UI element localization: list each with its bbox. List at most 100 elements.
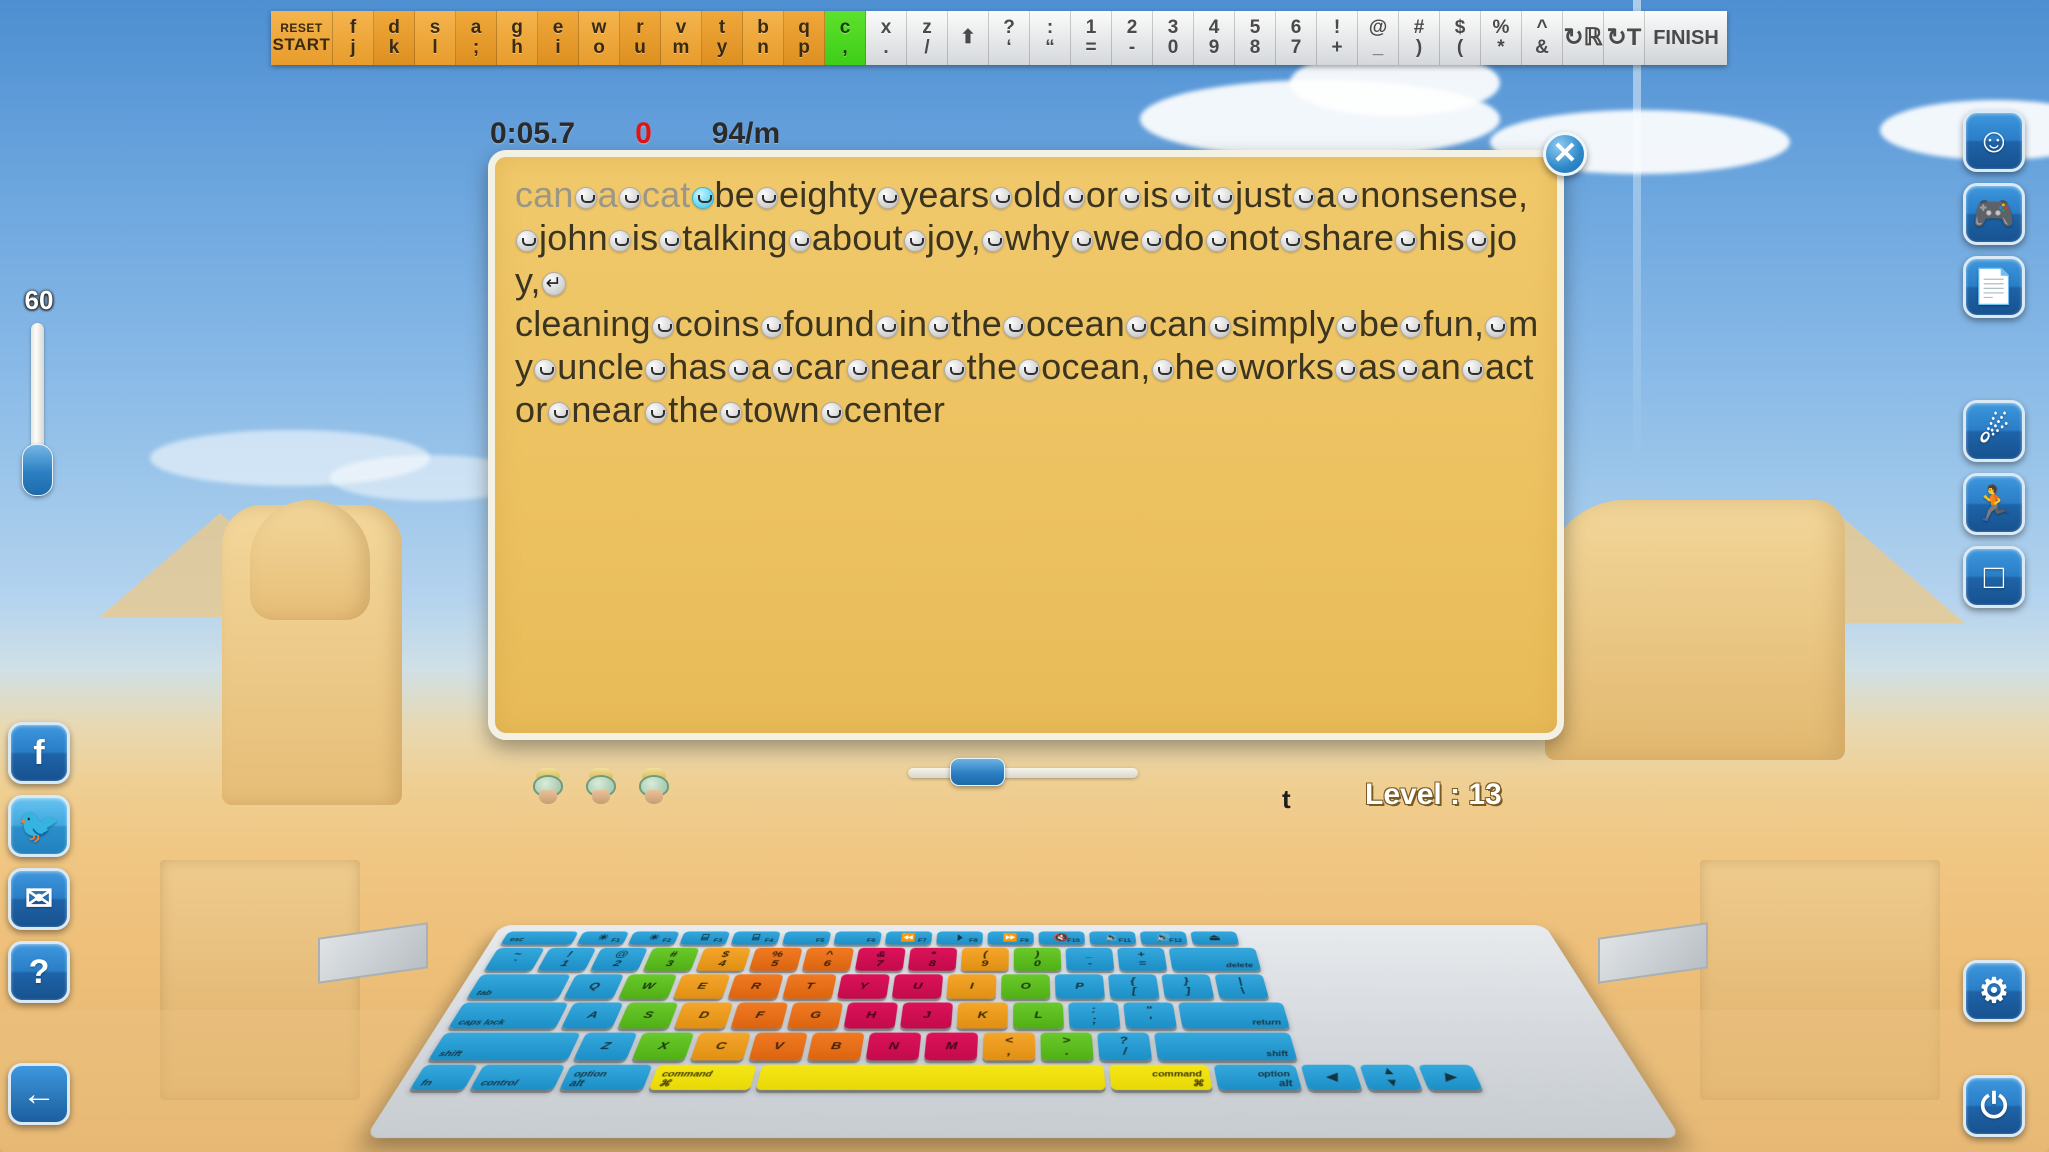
key-e-i[interactable]: ei [538, 11, 579, 65]
kbd-key-option[interactable]: option alt [559, 1064, 653, 1091]
kbd-key--[interactable]: ▶ [1418, 1064, 1483, 1091]
kbd-key-k[interactable]: K [956, 1002, 1008, 1029]
kbd-key--[interactable]: ⏩ F9 [987, 931, 1034, 945]
kbd-key-option[interactable]: option alt [1213, 1064, 1303, 1091]
kbd-key--[interactable]: {[ [1107, 974, 1160, 999]
progress-slider-track[interactable] [908, 768, 1138, 778]
kbd-key-p[interactable]: P [1054, 974, 1106, 999]
kbd-key-e[interactable]: E [672, 974, 731, 999]
kbd-key--[interactable]: % 5 [748, 947, 803, 971]
kbd-key--[interactable]: ☀ F2 [627, 931, 680, 945]
kbd-key--[interactable]: :; [1068, 1002, 1121, 1029]
kbd-key--[interactable]: | \ [1214, 974, 1270, 999]
kbd-key-t[interactable]: T [782, 974, 837, 999]
comet-button[interactable]: ☄ [1963, 400, 2025, 462]
kbd-key-return[interactable]: return [1177, 1002, 1291, 1029]
twitter-button[interactable]: 🐦 [8, 795, 70, 857]
key-percent-asterisk[interactable]: % * [1481, 11, 1522, 65]
kbd-key-y[interactable]: Y [836, 974, 891, 999]
kbd-key--[interactable]: }] [1161, 974, 1215, 999]
kbd-key-blank[interactable] [755, 1064, 1106, 1091]
kbd-key-q[interactable]: Q [563, 974, 625, 999]
repeat-r-icon[interactable]: ↻ℝ [1563, 11, 1604, 65]
kbd-key-a[interactable]: A [560, 1002, 624, 1029]
key-toolbar[interactable]: RESET START f j d k s l a; g h e i w o r u v m t y b n q p c, x.… [271, 11, 1727, 65]
facebook-button[interactable]: f [8, 722, 70, 784]
kbd-key-blank[interactable]: F6 [833, 931, 882, 945]
kbd-key--[interactable]: ◀ [1300, 1064, 1363, 1091]
key-q-p[interactable]: qp [784, 11, 825, 65]
repeat-t-icon[interactable]: ↻T [1604, 11, 1645, 65]
key-d-k[interactable]: dk [374, 11, 415, 65]
kbd-key--[interactable]: ) 0 [1013, 947, 1062, 971]
kbd-key--[interactable]: ☀ F1 [576, 931, 630, 945]
kbd-key--[interactable]: _ - [1065, 947, 1115, 971]
kbd-key--[interactable]: #3 [642, 947, 700, 971]
kbd-key-h[interactable]: H [843, 1002, 899, 1029]
close-icon[interactable]: ✕ [1543, 132, 1587, 176]
settings-button[interactable]: ⚙ [1963, 960, 2025, 1022]
key-exclaim-plus[interactable]: ! + [1317, 11, 1358, 65]
key-f-j[interactable]: fj [333, 11, 374, 65]
kbd-key-j[interactable]: J [899, 1002, 954, 1029]
kbd-key-esc[interactable]: esc [500, 931, 579, 945]
lesson-book-button[interactable]: 📄 [1963, 256, 2025, 318]
kbd-key--[interactable]: $4 [695, 947, 752, 971]
kbd-key-c[interactable]: C [690, 1032, 752, 1061]
speed-slider[interactable]: 60 [8, 285, 70, 515]
virtual-keyboard[interactable]: esc ☀ F1 ☀ F2 ⌸ F3 ⌸ F4 F5 F6 ⏪ F7 ⏵ F8 ⏩ F9 🔇 F10 🔉 F11 🔊 F12… [365, 818, 1681, 1138]
kbd-key-i[interactable]: I [946, 974, 997, 999]
key-6-7[interactable]: 67 [1276, 11, 1317, 65]
kbd-key-b[interactable]: B [807, 1032, 865, 1061]
kbd-key-m[interactable]: M [923, 1032, 979, 1061]
kbd-key--[interactable]: ⏪ F7 [884, 931, 933, 945]
kbd-key--[interactable]: & 7 [854, 947, 906, 971]
kbd-key--[interactable]: ⌸ F4 [730, 931, 781, 945]
progress-slider-thumb[interactable] [950, 758, 1005, 786]
kbd-key-f[interactable]: F [730, 1002, 789, 1029]
key-g-h[interactable]: gh [497, 11, 538, 65]
kbd-key--[interactable]: ⏏ [1190, 931, 1240, 945]
key-x-period[interactable]: x. [866, 11, 907, 65]
kbd-key-tab[interactable]: tab [466, 974, 571, 999]
kbd-key--[interactable]: + = [1116, 947, 1168, 971]
key-t-y[interactable]: ty [702, 11, 743, 65]
kbd-key-n[interactable]: N [865, 1032, 922, 1061]
key-a-semicolon[interactable]: a; [456, 11, 497, 65]
key-2-hyphen[interactable]: 2- [1112, 11, 1153, 65]
kbd-key-x[interactable]: X [631, 1032, 695, 1061]
kbd-key-blank[interactable]: F5 [781, 931, 832, 945]
kbd-key-command[interactable]: command ⌘ [648, 1064, 757, 1091]
key-v-m[interactable]: vm [661, 11, 702, 65]
kbd-key--[interactable]: ⏵ F8 [936, 931, 984, 945]
kbd-key-control[interactable]: control [469, 1064, 566, 1091]
key-4-9[interactable]: 49 [1194, 11, 1235, 65]
kbd-key--[interactable]: ~ ` [483, 947, 545, 971]
speed-slider-thumb[interactable] [22, 444, 53, 496]
avatar-button[interactable]: ☺ [1963, 110, 2025, 172]
runner-button[interactable]: 🏃 [1963, 473, 2025, 535]
key-z-slash[interactable]: z / [907, 11, 948, 65]
key-caret-ampersand[interactable]: ^ & [1522, 11, 1563, 65]
kbd-key-o[interactable]: O [1000, 974, 1051, 999]
start-reset-button[interactable]: RESET START [271, 11, 333, 65]
kbd-key-d[interactable]: D [673, 1002, 734, 1029]
back-button[interactable]: ← [8, 1063, 70, 1125]
key-s-l[interactable]: sl [415, 11, 456, 65]
frame-button[interactable]: □ [1963, 546, 2025, 608]
key-colon-quote[interactable]: : “ [1030, 11, 1071, 65]
kbd-key-caps-lock[interactable]: caps lock [447, 1002, 569, 1029]
kbd-key-l[interactable]: L [1012, 1002, 1065, 1029]
key-c-comma[interactable]: c, [825, 11, 866, 65]
kbd-key-shift[interactable]: shift [1153, 1032, 1298, 1061]
kbd-key--[interactable]: * 8 [907, 947, 958, 971]
kbd-key--[interactable]: ▲ ▼ [1359, 1064, 1423, 1091]
progress-slider[interactable] [908, 758, 1138, 786]
key-5-8[interactable]: 58 [1235, 11, 1276, 65]
finish-button[interactable]: FINISH [1645, 11, 1727, 65]
kbd-key--[interactable]: 🔉 F11 [1089, 931, 1137, 945]
kbd-key--[interactable]: ^ 6 [801, 947, 855, 971]
key-b-n[interactable]: bn [743, 11, 784, 65]
kbd-key--[interactable]: ⌸ F3 [679, 931, 731, 945]
kbd-key-shift[interactable]: shift [427, 1032, 581, 1061]
